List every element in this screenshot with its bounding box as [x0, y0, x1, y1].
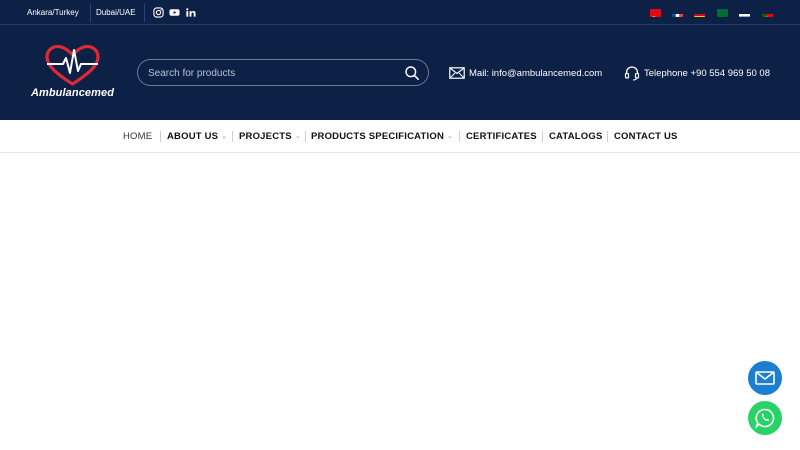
nav-projects[interactable]: PROJECTS ⌄ [239, 120, 301, 153]
chevron-down-icon: ⌄ [221, 133, 228, 140]
whatsapp-floating-button[interactable] [748, 401, 782, 435]
nav-divider [542, 131, 543, 142]
mail-icon [449, 67, 465, 79]
flag-saudi-arabia-icon[interactable] [717, 9, 728, 17]
nav-certificates-label: CERTIFICATES [466, 131, 537, 142]
main-navigation: HOME ABOUT US ⌄ PROJECTS ⌄ PRODUCTS SPEC… [0, 120, 800, 153]
flag-france-icon[interactable] [672, 9, 683, 17]
mail-text: Mail: info@ambulancemed.com [469, 67, 603, 79]
nav-divider [160, 131, 161, 142]
nav-contact-us[interactable]: CONTACT US [614, 120, 678, 153]
heart-pulse-logo-icon [45, 44, 100, 86]
divider [90, 3, 91, 22]
nav-catalogs-label: CATALOGS [549, 131, 603, 142]
headset-icon [624, 66, 640, 81]
nav-projects-label: PROJECTS [239, 131, 292, 142]
nav-divider [607, 131, 608, 142]
main-header: Ambulancemed Mail: info@ambulancemed.com… [0, 25, 800, 120]
location-dubai: Dubai/UAE [96, 8, 136, 17]
nav-divider [459, 131, 460, 142]
nav-divider [232, 131, 233, 142]
nav-certificates[interactable]: CERTIFICATES [466, 120, 537, 153]
whatsapp-icon [755, 408, 775, 429]
nav-home[interactable]: HOME [123, 120, 152, 153]
youtube-icon[interactable] [169, 7, 180, 18]
logo-text: Ambulancemed [30, 87, 115, 99]
search-icon[interactable] [404, 65, 420, 81]
search-input[interactable] [148, 65, 388, 81]
search-box [137, 59, 429, 86]
nav-products-specification[interactable]: PRODUCTS SPECIFICATION ⌄ [311, 120, 453, 153]
nav-about-us[interactable]: ABOUT US ⌄ [167, 120, 227, 153]
top-bar: Ankara/Turkey Dubai/UAE [0, 0, 800, 25]
nav-divider [305, 131, 306, 142]
linkedin-icon[interactable] [185, 7, 196, 18]
flag-portugal-icon[interactable] [762, 9, 773, 17]
flag-spain-icon[interactable] [694, 9, 705, 17]
nav-home-label: HOME [123, 131, 153, 142]
flag-turkey-icon[interactable] [650, 9, 661, 17]
location-ankara: Ankara/Turkey [27, 8, 79, 17]
flag-russia-icon[interactable] [739, 9, 750, 17]
nav-products-specification-label: PRODUCTS SPECIFICATION [311, 131, 445, 142]
chevron-down-icon: ⌄ [294, 133, 301, 140]
divider [144, 3, 145, 22]
phone-text: Telephone +90 554 969 50 08 [644, 67, 770, 79]
nav-catalogs[interactable]: CATALOGS [549, 120, 603, 153]
phone-contact[interactable]: Telephone +90 554 969 50 08 [624, 65, 770, 81]
nav-contact-us-label: CONTACT US [614, 131, 678, 142]
instagram-icon[interactable] [153, 7, 164, 18]
chevron-down-icon: ⌄ [447, 133, 454, 140]
nav-about-us-label: ABOUT US [167, 131, 219, 142]
envelope-icon [755, 371, 775, 385]
mail-contact[interactable]: Mail: info@ambulancemed.com [449, 65, 602, 81]
site-logo[interactable]: Ambulancemed [25, 44, 120, 105]
mail-floating-button[interactable] [748, 361, 782, 395]
